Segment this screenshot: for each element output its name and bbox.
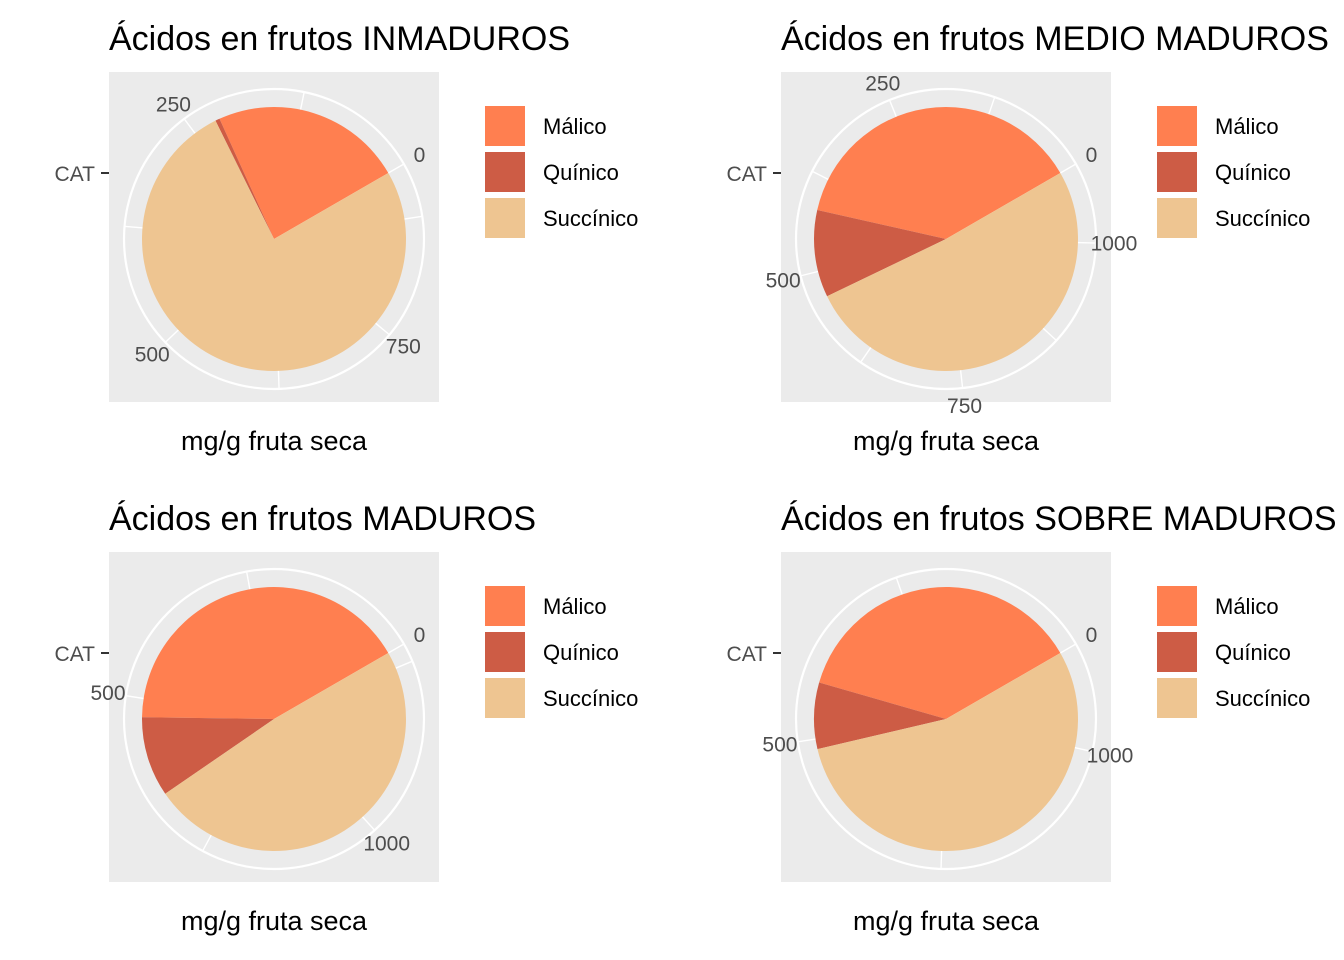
tick-label: 250 (156, 93, 191, 116)
legend-label: Quínico (543, 160, 619, 185)
legend-label: Málico (543, 114, 607, 139)
legend-key-quínico (483, 630, 527, 674)
legend-label: Succínico (543, 686, 638, 711)
chart-panel: Ácidos en frutos INMADUROS 0 250 500 750 CAT m… (0, 0, 672, 480)
y-category-label: CAT (55, 643, 96, 666)
tick-label: 0 (414, 624, 426, 647)
tick-label: 1000 (1091, 232, 1138, 255)
legend-label: Málico (543, 594, 607, 619)
chart-panel: Ácidos en frutos SOBRE MADUROS 0 500 1000 CA… (672, 480, 1344, 960)
chart-title: Ácidos en frutos MEDIO MADUROS (781, 20, 1329, 58)
tick-label: 250 (865, 72, 900, 95)
legend-key-succínico (483, 676, 527, 720)
legend-key-málico (1155, 584, 1199, 628)
tick-label: 750 (386, 335, 421, 358)
x-axis-title: mg/g fruta seca (853, 426, 1040, 456)
pie-chart: Ácidos en frutos INMADUROS 0 250 500 750 CAT m… (55, 20, 639, 456)
tick-label: 0 (414, 144, 426, 167)
chart-title: Ácidos en frutos MADUROS (109, 500, 536, 538)
legend-label: Málico (1215, 594, 1279, 619)
pie-chart: Ácidos en frutos SOBRE MADUROS 0 500 1000 CA… (727, 500, 1337, 936)
y-category-label: CAT (727, 163, 768, 186)
x-axis-title: mg/g fruta seca (853, 906, 1040, 936)
pie-chart: Ácidos en frutos MEDIO MADUROS 0 250 500 750… (727, 20, 1329, 456)
chart-panel: Ácidos en frutos MADUROS 0 500 1000 CAT mg/g … (0, 480, 672, 960)
tick-label: 0 (1086, 144, 1098, 167)
tick-label: 500 (766, 269, 801, 292)
chart-title: Ácidos en frutos INMADUROS (109, 20, 570, 58)
x-axis-title: mg/g fruta seca (181, 906, 368, 936)
legend-key-succínico (1155, 676, 1199, 720)
tick-label: 1000 (1087, 744, 1134, 767)
tick-label: 500 (91, 682, 126, 705)
legend-label: Málico (1215, 114, 1279, 139)
x-axis-title: mg/g fruta seca (181, 426, 368, 456)
legend-key-málico (483, 584, 527, 628)
chart-panel: Ácidos en frutos MEDIO MADUROS 0 250 500 750… (672, 0, 1344, 480)
legend-key-quínico (1155, 150, 1199, 194)
pie-chart: Ácidos en frutos MADUROS 0 500 1000 CAT mg/g … (55, 500, 639, 936)
tick-label: 0 (1086, 624, 1098, 647)
legend-key-quínico (1155, 630, 1199, 674)
tick-label: 500 (762, 733, 797, 756)
legend-label: Succínico (1215, 686, 1310, 711)
legend-label: Succínico (1215, 206, 1310, 231)
legend-key-málico (483, 104, 527, 148)
legend-label: Quínico (1215, 640, 1291, 665)
legend-label: Quínico (543, 640, 619, 665)
tick-label: 750 (947, 395, 982, 418)
legend-key-succínico (1155, 196, 1199, 240)
legend-key-succínico (483, 196, 527, 240)
y-category-label: CAT (727, 643, 768, 666)
y-category-label: CAT (55, 163, 96, 186)
legend-key-málico (1155, 104, 1199, 148)
chart-grid: Ácidos en frutos INMADUROS 0 250 500 750 CAT m… (0, 0, 1344, 960)
legend-label: Succínico (543, 206, 638, 231)
legend-label: Quínico (1215, 160, 1291, 185)
legend-key-quínico (483, 150, 527, 194)
tick-label: 1000 (363, 833, 410, 856)
tick-label: 500 (135, 344, 170, 367)
chart-title: Ácidos en frutos SOBRE MADUROS (781, 500, 1337, 538)
